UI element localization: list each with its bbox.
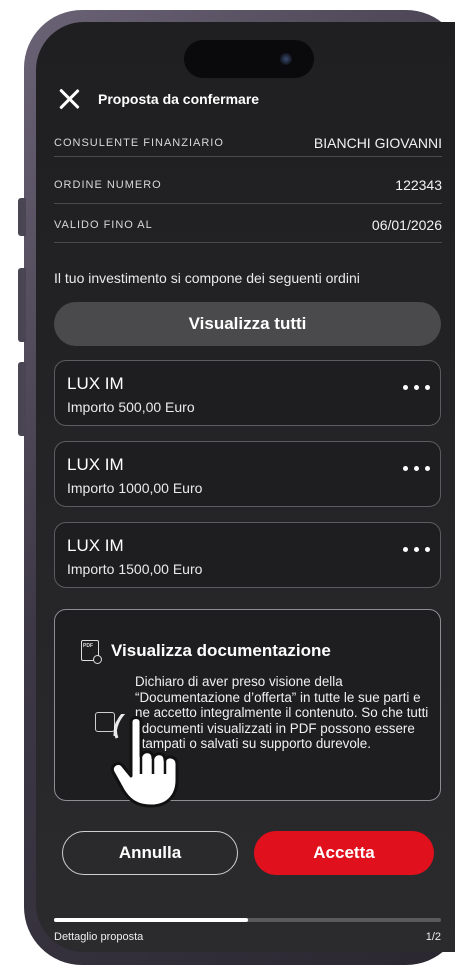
order-name: LUX IM (67, 455, 124, 474)
view-all-button[interactable]: Visualizza tutti (54, 302, 441, 346)
close-icon[interactable] (58, 88, 80, 110)
page-title: Proposta da confermare (98, 91, 260, 107)
more-dots-icon[interactable] (403, 385, 430, 390)
documentation-link[interactable]: PDF Visualizza documentazione (81, 640, 331, 664)
order-card[interactable]: LUX IM Importo 1000,00 Euro (54, 441, 441, 507)
info-value: 122343 (395, 177, 442, 193)
footer-label: Dettaglio proposta (54, 931, 144, 943)
info-row-order-number: ORDINE NUMERO 122343 (54, 167, 442, 204)
documentation-box: PDF Visualizza documentazione Dichiaro d… (54, 609, 441, 808)
hand-pointer-icon (110, 714, 179, 808)
cancel-button[interactable]: Annulla (62, 831, 238, 875)
info-row-advisor: CONSULENTE FINANZIARIO BIANCHI GIOVANNI (54, 130, 442, 157)
order-name: LUX IM (67, 374, 124, 393)
info-label: CONSULENTE FINANZIARIO (54, 137, 224, 149)
more-dots-icon[interactable] (403, 466, 430, 471)
order-name: LUX IM (67, 536, 124, 555)
info-row-valid-until: VALIDO FINO AL 06/01/2026 (54, 208, 442, 243)
progress-bar (54, 918, 441, 922)
orders-intro: Il tuo investimento si compone dei segue… (54, 270, 360, 286)
progress-fill (54, 918, 248, 922)
dynamic-island (184, 40, 314, 78)
volume-down-button (18, 362, 26, 436)
pdf-icon: PDF (81, 640, 102, 664)
side-button (18, 198, 26, 236)
order-card[interactable]: LUX IM Importo 1500,00 Euro (54, 522, 441, 588)
page-indicator: 1/2 (425, 931, 441, 943)
order-card[interactable]: LUX IM Importo 500,00 Euro (54, 360, 441, 426)
documentation-title: Visualizza documentazione (111, 640, 331, 660)
info-label: VALIDO FINO AL (54, 219, 153, 231)
more-dots-icon[interactable] (403, 547, 430, 552)
info-value: BIANCHI GIOVANNI (313, 135, 442, 151)
order-amount: Importo 1500,00 Euro (67, 561, 203, 577)
header: Proposta da confermare (58, 84, 259, 114)
volume-up-button (18, 268, 26, 342)
accept-button[interactable]: Accetta (254, 831, 434, 875)
info-label: ORDINE NUMERO (54, 179, 162, 191)
order-amount: Importo 1000,00 Euro (67, 480, 203, 496)
order-amount: Importo 500,00 Euro (67, 399, 195, 415)
camera-icon (280, 53, 292, 65)
app-screen: Proposta da confermare CONSULENTE FINANZ… (36, 22, 455, 952)
info-value: 06/01/2026 (371, 217, 442, 233)
